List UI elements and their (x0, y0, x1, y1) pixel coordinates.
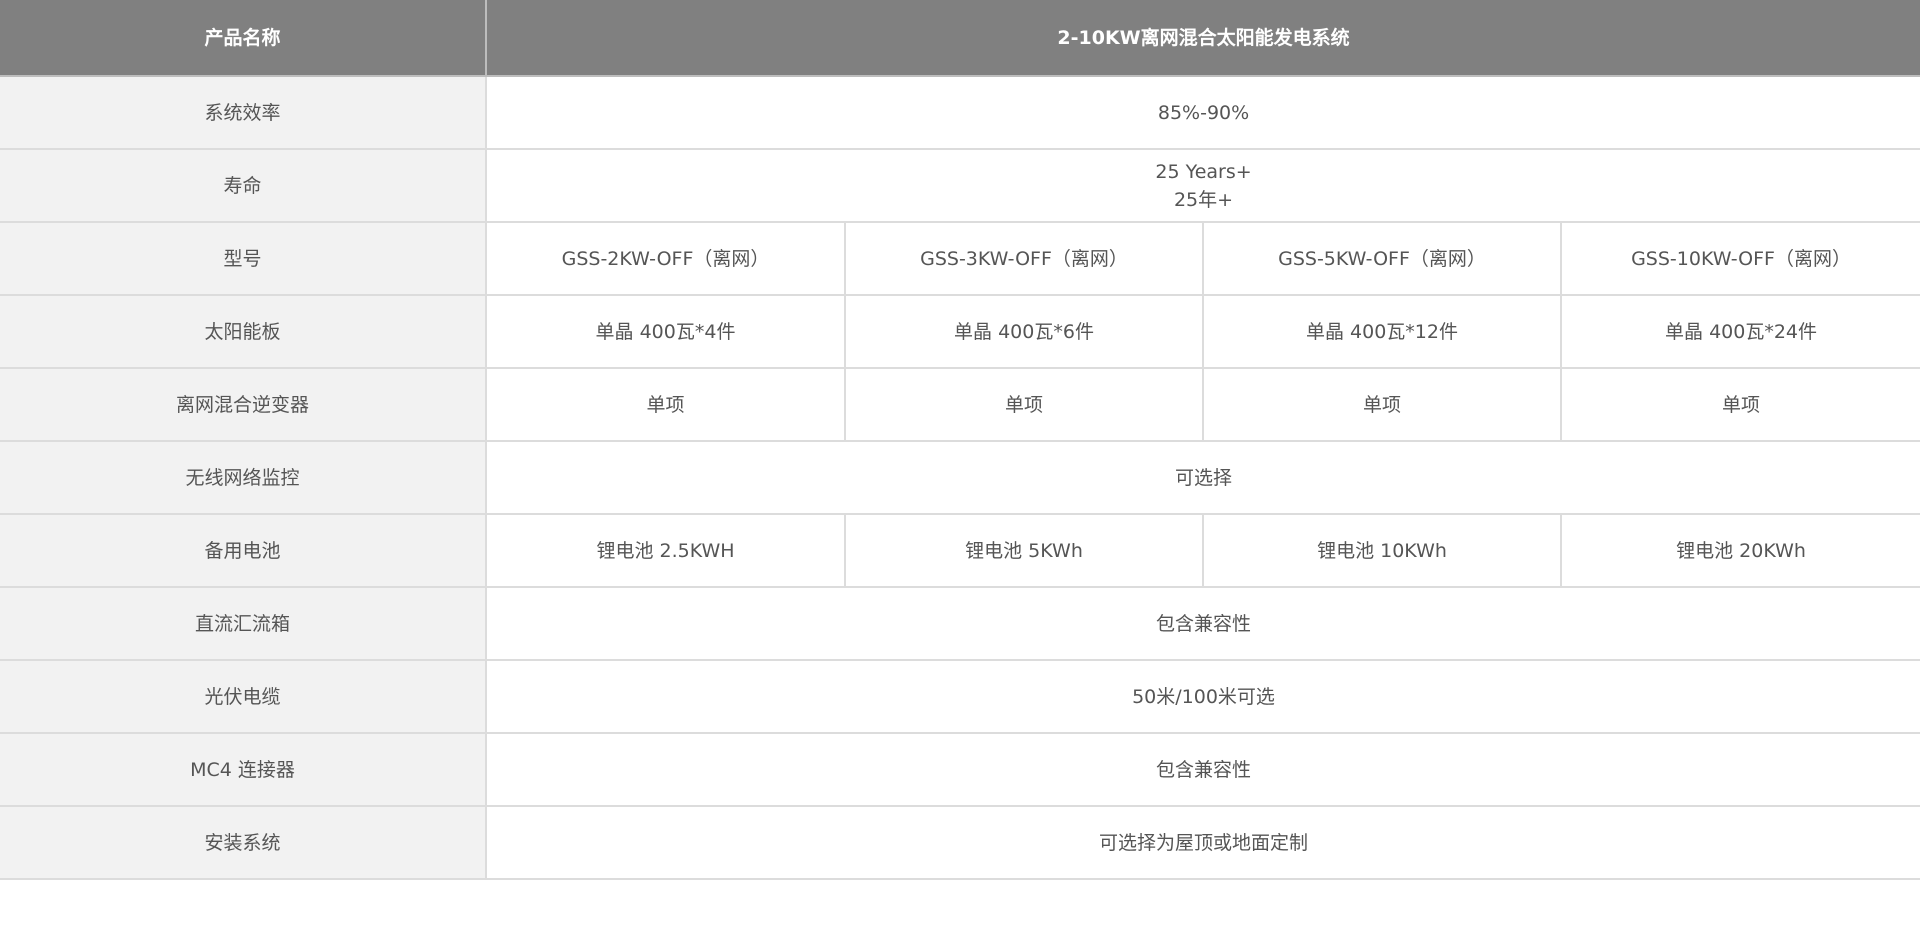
table-row: 离网混合逆变器 单项 单项 单项 单项 (0, 367, 1920, 442)
table-row: 系统效率 85%-90% (0, 75, 1920, 150)
efficiency-value: 85%-90% (484, 75, 1920, 150)
model-value: GSS-2KW-OFF（离网） (485, 221, 846, 296)
mounting-value: 可选择为屋顶或地面定制 (484, 805, 1920, 880)
product-spec-table: 产品名称 2-10KW离网混合太阳能发电系统 系统效率 85%-90% 寿命 2… (0, 0, 1920, 880)
table-row: 太阳能板 单晶 400瓦*4件 单晶 400瓦*6件 单晶 400瓦*12件 单… (0, 294, 1920, 369)
table-row: 寿命 25 Years+ 25年+ (0, 148, 1920, 223)
pv-cable-value: 50米/100米可选 (484, 659, 1920, 734)
row-label-battery: 备用电池 (0, 513, 487, 588)
table-row: 型号 GSS-2KW-OFF（离网） GSS-3KW-OFF（离网） GSS-5… (0, 221, 1920, 296)
table-row: 安装系统 可选择为屋顶或地面定制 (0, 805, 1920, 880)
solar-panel-value: 单晶 400瓦*6件 (844, 294, 1204, 369)
battery-value: 锂电池 10KWh (1202, 513, 1562, 588)
table-body: 系统效率 85%-90% 寿命 25 Years+ 25年+ 型号 GSS-2K… (0, 75, 1920, 880)
model-value: GSS-5KW-OFF（离网） (1202, 221, 1562, 296)
solar-panel-value: 单晶 400瓦*24件 (1559, 294, 1920, 369)
wifi-monitor-value: 可选择 (484, 440, 1920, 515)
battery-value: 锂电池 20KWh (1559, 513, 1920, 588)
inverter-value: 单项 (485, 367, 846, 442)
row-label-lifespan: 寿命 (0, 148, 487, 223)
table-row: 直流汇流箱 包含兼容性 (0, 586, 1920, 661)
battery-value: 锂电池 5KWh (844, 513, 1204, 588)
table-row: 备用电池 锂电池 2.5KWH 锂电池 5KWh 锂电池 10KWh 锂电池 2… (0, 513, 1920, 588)
mc4-value: 包含兼容性 (484, 732, 1920, 807)
header-row: 产品名称 2-10KW离网混合太阳能发电系统 (0, 0, 1920, 77)
table-row: 光伏电缆 50米/100米可选 (0, 659, 1920, 734)
solar-panel-value: 单晶 400瓦*12件 (1202, 294, 1562, 369)
row-label-model: 型号 (0, 221, 487, 296)
row-label-mc4: MC4 连接器 (0, 732, 487, 807)
battery-value: 锂电池 2.5KWH (485, 513, 846, 588)
lifespan-line-cn: 25年+ (1173, 188, 1234, 211)
row-label-solar-panel: 太阳能板 (0, 294, 487, 369)
solar-panel-value: 单晶 400瓦*4件 (485, 294, 846, 369)
row-label-pv-cable: 光伏电缆 (0, 659, 487, 734)
table-header: 产品名称 2-10KW离网混合太阳能发电系统 (0, 0, 1920, 77)
row-label-efficiency: 系统效率 (0, 75, 487, 150)
row-label-wifi-monitor: 无线网络监控 (0, 440, 487, 515)
inverter-value: 单项 (844, 367, 1204, 442)
model-value: GSS-10KW-OFF（离网） (1559, 221, 1920, 296)
table-row: 无线网络监控 可选择 (0, 440, 1920, 515)
row-label-mounting: 安装系统 (0, 805, 487, 880)
inverter-value: 单项 (1202, 367, 1562, 442)
table-row: MC4 连接器 包含兼容性 (0, 732, 1920, 807)
lifespan-value: 25 Years+ 25年+ (484, 148, 1920, 223)
inverter-value: 单项 (1559, 367, 1920, 442)
header-title-cell: 2-10KW离网混合太阳能发电系统 (484, 0, 1920, 77)
lifespan-line-en: 25 Years+ (1155, 160, 1252, 183)
header-label-cell: 产品名称 (0, 0, 487, 77)
model-value: GSS-3KW-OFF（离网） (844, 221, 1204, 296)
row-label-inverter: 离网混合逆变器 (0, 367, 487, 442)
dc-combiner-value: 包含兼容性 (484, 586, 1920, 661)
row-label-dc-combiner: 直流汇流箱 (0, 586, 487, 661)
